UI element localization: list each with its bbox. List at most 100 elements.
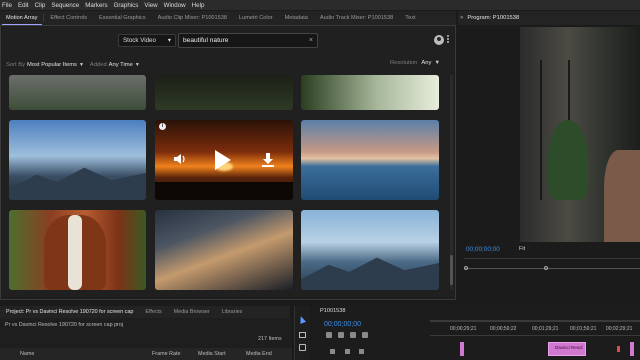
program-timecode[interactable]: 00;00;00;00 [466,246,500,253]
chevron-down-icon[interactable]: ▼ [79,62,84,68]
track-controls [330,349,426,357]
video-thumbnail-clouds[interactable] [155,210,293,290]
video-thumbnail-lake-mountain[interactable] [9,120,146,200]
chevron-down-icon[interactable]: ▼ [434,60,440,66]
sync-lock-icon[interactable] [344,349,350,354]
chevron-down-icon: ▾ [167,37,171,44]
user-account-icon[interactable] [434,35,444,45]
column-name[interactable]: Name [20,351,34,357]
clear-search-icon[interactable]: × [309,37,313,44]
added-label: Added [89,62,107,68]
mountain-shape [301,257,439,290]
resolution-label: Resolution [390,60,418,66]
ripple-tool-icon[interactable] [299,332,306,338]
selection-tool-icon[interactable] [297,315,307,324]
timeline-clip[interactable] [460,342,464,356]
ruler-label: 00;01;29;21 [532,326,559,332]
video-thumbnail-mountains[interactable] [301,210,439,290]
menu-help[interactable]: Help [192,2,205,9]
tab-lumetri-color[interactable]: Lumetri Color [233,15,279,21]
item-count: 217 Items [258,336,282,342]
timeline-clip[interactable]: Davinci Resol [548,342,586,356]
background-plant-shape [548,120,588,200]
video-thumbnail-ocean-sunrise[interactable] [301,120,439,200]
resolution-filter: Resolution Any ▼ [390,60,440,66]
resolution-dropdown[interactable]: Any [421,60,431,66]
program-scrubber[interactable] [464,258,640,270]
program-monitor-title[interactable]: Program: P1001538 [467,15,519,21]
filter-bar: Sort By Most Popular Items ▼ Added Any T… [6,60,446,70]
tools-panel [294,306,310,360]
play-icon[interactable] [215,150,231,170]
project-file-name: Pr vs Davinci Resolve 190720 for screen … [5,322,124,328]
added-dropdown[interactable]: Any Time [109,62,133,68]
stock-type-select[interactable]: Stock Video ▾ [118,34,176,47]
tab-effects[interactable]: Effects [139,309,167,315]
menu-clip[interactable]: Clip [35,2,46,9]
ruler-label: 00;00;59;22 [490,326,517,332]
menu-graphics[interactable]: Graphics [114,2,139,9]
sequence-timecode[interactable]: 00;00;00;00 [324,321,361,328]
project-column-header: Name Frame Rate Media Start Media End [0,348,292,360]
stock-type-value: Stock Video [123,37,156,44]
menu-window[interactable]: Window [164,2,186,9]
timeline-tool-row [326,332,426,340]
playhead-marker[interactable] [544,266,548,270]
volume-icon[interactable] [173,152,187,166]
add-marker-icon[interactable] [350,332,356,338]
vertical-scrollbar[interactable] [450,75,453,290]
video-thumbnail-white-flowers[interactable] [301,75,439,110]
eye-icon[interactable] [359,349,365,354]
video-thumbnail-woman-lake[interactable] [9,75,146,110]
menu-view[interactable]: View [144,2,157,9]
menu-edit[interactable]: Edit [18,2,29,9]
sort-dropdown[interactable]: Most Popular Items [27,62,77,68]
menu-sequence[interactable]: Sequence [51,2,79,9]
ruler-label: 00;00;29;21 [450,326,477,332]
menu-bar: File Edit Clip Sequence Markers Graphics… [0,0,640,10]
mountain-shape [9,167,146,200]
scrollbar-thumb[interactable] [450,255,453,285]
video-thumbnail-dark-plant[interactable] [155,75,293,110]
pen-tool-icon[interactable] [299,344,306,351]
speaker-shape [604,150,640,242]
more-options-icon[interactable] [447,35,450,45]
linked-selection-icon[interactable] [338,332,344,338]
timeline-clip[interactable] [630,342,634,356]
tab-essential-graphics[interactable]: Essential Graphics [93,15,152,21]
ruler-label: 00;02;29;21 [606,326,633,332]
video-thumbnail-horse[interactable] [9,210,146,290]
wrench-icon[interactable] [362,332,368,338]
video-thumbnail-sunset-hover[interactable]: i [155,120,293,200]
search-query: beautiful nature [183,37,229,44]
tab-audio-track-mixer[interactable]: Audio Track Mixer: P1001538 [314,15,399,21]
tab-text[interactable]: Text [399,15,421,21]
tab-metadata[interactable]: Metadata [279,15,314,21]
column-frame-rate[interactable]: Frame Rate [152,351,180,357]
time-ruler[interactable]: 00;00;29;21 00;00;59;22 00;01;29;21 00;0… [430,322,640,336]
lock-icon[interactable] [330,349,335,354]
column-media-start[interactable]: Media Start [198,351,226,357]
chevron-right-icon[interactable]: » [460,15,463,21]
scrubber-track [464,268,640,269]
in-point-marker[interactable] [464,266,468,270]
audio-level-marker [617,346,620,352]
chevron-down-icon[interactable]: ▼ [135,62,140,68]
menu-markers[interactable]: Markers [85,2,107,9]
sequence-tab[interactable]: P1001538 [320,308,346,314]
tab-audio-clip-mixer[interactable]: Audio Clip Mixer: P1001538 [152,15,233,21]
tab-motion-array[interactable]: Motion Array [0,15,43,21]
column-media-end[interactable]: Media End [246,351,272,357]
download-icon[interactable] [261,152,275,168]
treeline-shape [155,182,293,200]
menu-file[interactable]: File [2,2,12,9]
snap-icon[interactable] [326,332,332,338]
tab-effect-controls[interactable]: Effect Controls [44,15,93,21]
tab-project[interactable]: Project: Pr vs Davinci Resolve 190720 fo… [0,309,139,315]
program-monitor-header: » Program: P1001538 [458,11,640,25]
zoom-fit-dropdown[interactable]: Fit [519,246,525,252]
tab-libraries[interactable]: Libraries [216,309,249,315]
tab-media-browser[interactable]: Media Browser [168,309,216,315]
search-input[interactable]: beautiful nature × [178,33,318,48]
info-icon[interactable]: i [159,123,166,130]
